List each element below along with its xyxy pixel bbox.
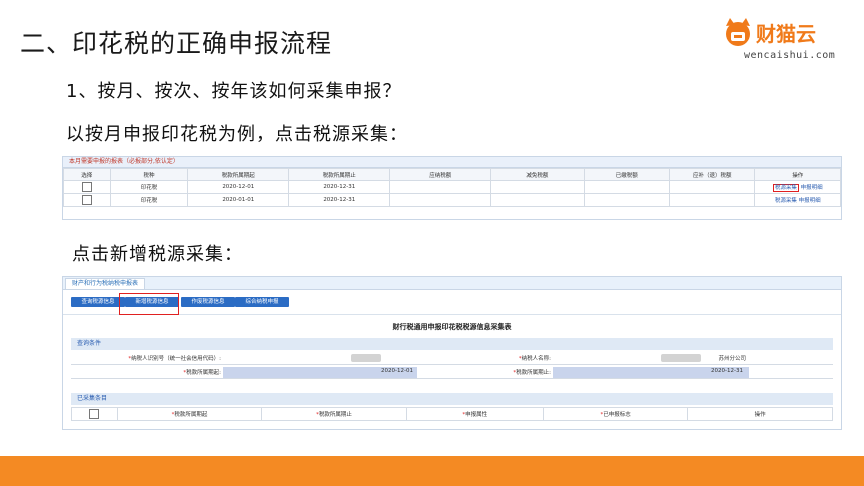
- report-table-screenshot: 本月需要申报的报表（必报部分,依认定） 选择 税种 税款所属期起 税款所属期止 …: [62, 156, 842, 220]
- col-header: 税款所属期起: [187, 168, 290, 181]
- select-all-checkbox[interactable]: [89, 409, 100, 419]
- collected-section-header: 已采集条目: [71, 393, 833, 405]
- col-header: 操作: [687, 407, 833, 421]
- table-row: 印花税 2020-12-01 2020-12-31 税源采集 申报明细: [63, 180, 841, 194]
- brand-logo: 财猫云 wencaishui.com: [722, 16, 852, 68]
- period-row: *税款所属期起: 2020-12-01 *税款所属期止: 2020-12-31: [71, 366, 833, 379]
- cat-logo-icon: [726, 18, 750, 46]
- col-header: 选择: [63, 168, 111, 181]
- table-header-row: *税款所属期起 *税款所属期止 *申报属性 *已申报标志 操作: [71, 407, 833, 421]
- taxpayer-name-value: 苏州分公司: [718, 356, 746, 362]
- logo-name: 财猫云: [756, 22, 816, 46]
- collected-table: *税款所属期起 *税款所属期止 *申报属性 *已申报标志 操作: [71, 407, 833, 421]
- comprehensive-declare-button[interactable]: 综合纳税申报: [235, 297, 289, 307]
- tab-property-behavior-tax[interactable]: 财产和行为税纳税申报表: [65, 278, 146, 289]
- tax-cell: 印花税: [109, 180, 189, 194]
- query-source-button[interactable]: 查询税源信息: [71, 297, 125, 307]
- table-row: 印花税 2020-01-01 2020-12-31 税源采集 申报明细: [63, 193, 841, 207]
- period-start-value: 2020-12-01: [381, 368, 413, 374]
- tax-source-collect-link[interactable]: 税源采集: [775, 198, 797, 204]
- taxpayer-id-label: *纳税人识别号（统一社会信用代码）:: [128, 356, 221, 362]
- bottom-bar: [0, 456, 864, 486]
- report-table: 选择 税种 税款所属期起 税款所属期止 应纳税额 减免税额 已缴税额 应补（退）…: [63, 168, 841, 207]
- period-end-value: 2020-12-31: [711, 368, 743, 374]
- col-header: 已缴税额: [583, 168, 671, 181]
- form-button-row: 查询税源信息 新增税源信息 作废税源信息 综合纳税申报: [63, 290, 841, 315]
- start-cell: 2020-12-01: [187, 180, 290, 194]
- col-header: 应纳税额: [389, 168, 492, 181]
- period-end-label: *税款所属期止:: [513, 370, 551, 376]
- declaration-detail-link[interactable]: 申报明细: [801, 185, 823, 191]
- end-cell: 2020-12-31: [288, 193, 391, 207]
- col-header: *税款所属期止: [261, 407, 407, 421]
- highlight-box: [119, 293, 179, 315]
- void-source-button[interactable]: 作废税源信息: [181, 297, 235, 307]
- end-cell: 2020-12-31: [288, 180, 391, 194]
- form-title: 财行税通用申报印花税税源信息采集表: [392, 323, 512, 331]
- taxpayer-row: *纳税人识别号（统一社会信用代码）: *纳税人名称: 苏州分公司: [71, 352, 833, 365]
- declaration-detail-link[interactable]: 申报明细: [799, 198, 821, 204]
- col-header: *申报属性: [405, 407, 544, 421]
- question-text: 1、按月、按次、按年该如何采集申报？: [66, 81, 402, 102]
- col-header: 操作: [754, 168, 841, 181]
- query-section-header: 查询条件: [71, 338, 833, 350]
- row-checkbox[interactable]: [81, 182, 92, 192]
- col-header: 税种: [109, 168, 189, 181]
- tax-source-collect-link[interactable]: 税源采集: [772, 184, 799, 192]
- example-text: 以按月申报印花税为例，点击税源采集：: [66, 124, 408, 145]
- period-start-label: *税款所属期起:: [183, 370, 221, 376]
- logo-url: wencaishui.com: [744, 50, 836, 61]
- slide-title: 二、印花税的正确申报流程: [20, 29, 333, 58]
- col-header: 应补（退）税额: [668, 168, 756, 181]
- col-header: *已申报标志: [542, 407, 689, 421]
- report-table-header: 本月需要申报的报表（必报部分,依认定）: [63, 157, 841, 168]
- taxpayer-name-label: *纳税人名称:: [518, 356, 551, 362]
- form-tab-bar: 财产和行为税纳税申报表: [63, 277, 841, 290]
- redacted-id: [351, 354, 381, 362]
- row-checkbox[interactable]: [81, 195, 92, 205]
- col-header: *税款所属期起: [116, 407, 263, 421]
- start-cell: 2020-01-01: [187, 193, 290, 207]
- col-header: 减免税额: [490, 168, 585, 181]
- tax-cell: 印花税: [109, 193, 189, 207]
- table-header-row: 选择 税种 税款所属期起 税款所属期止 应纳税额 减免税额 已缴税额 应补（退）…: [63, 168, 841, 181]
- step2-text: 点击新增税源采集：: [72, 244, 243, 265]
- col-header: 税款所属期止: [288, 168, 391, 181]
- tax-source-form-screenshot: 财产和行为税纳税申报表 查询税源信息 新增税源信息 作废税源信息 综合纳税申报 …: [62, 276, 842, 430]
